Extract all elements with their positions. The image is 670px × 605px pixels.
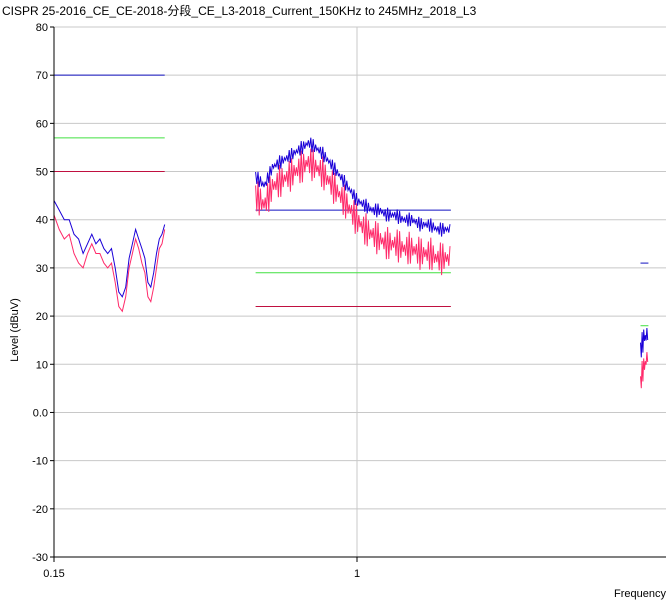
y-tick-label: 30 [36, 263, 48, 275]
y-tick-label: 20 [36, 311, 48, 323]
grid-layer [54, 26, 666, 558]
emc-chart: 80 70 60 50 40 30 20 10 0.0 -10 -20 -30 0.15 1 Level … [9, 22, 666, 600]
y-tick-label: -20 [32, 504, 48, 516]
y-tick-label: 80 [36, 22, 48, 34]
series-traces [53, 137, 649, 389]
series-trace-peak [53, 200, 166, 298]
series-trace-average [640, 352, 649, 389]
y-tick-label: 60 [36, 118, 48, 130]
limit-lines [54, 74, 649, 327]
y-tick-label: 70 [36, 70, 48, 82]
y-tick-label: 40 [36, 215, 48, 227]
y-tick-label: 0.0 [33, 407, 48, 419]
x-axis-label: Frequency [614, 588, 666, 600]
series-trace-average [53, 214, 166, 313]
chart-title: CISPR 25-2016_CE_CE-2018-分段_CE_L3-2018_C… [2, 4, 477, 18]
y-tick-label: -30 [32, 552, 48, 564]
x-tick-label: 0.15 [43, 568, 64, 580]
y-tick-label: -10 [32, 456, 48, 468]
axes: 80 70 60 50 40 30 20 10 0.0 -10 -20 -30 0.15 1 [32, 22, 666, 580]
y-axis-label: Level (dBuV) [9, 298, 21, 362]
y-tick-label: 10 [36, 359, 48, 371]
x-tick-label: 1 [354, 568, 360, 580]
y-tick-label: 50 [36, 167, 48, 179]
series-trace-average [255, 148, 451, 276]
